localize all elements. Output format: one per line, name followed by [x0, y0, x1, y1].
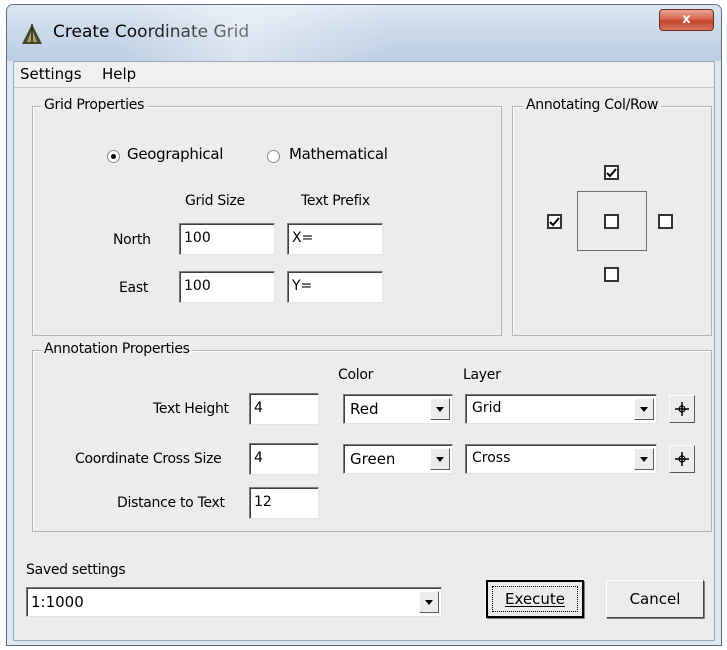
cross-size-layer-select[interactable]: Cross	[465, 444, 657, 474]
annotate-right-checkbox[interactable]	[658, 214, 673, 229]
menu-bar: Settings Help	[14, 62, 714, 88]
grid-properties-title: Grid Properties	[41, 97, 148, 113]
text-height-layer-value: Grid	[472, 400, 502, 416]
checkmark-icon	[549, 217, 560, 227]
radio-geographical[interactable]	[107, 150, 120, 163]
chevron-down-icon[interactable]	[430, 448, 450, 470]
north-prefix-input[interactable]: X=	[287, 223, 383, 255]
radio-geographical-label: Geographical	[127, 145, 224, 163]
app-icon	[22, 24, 42, 44]
north-grid-size-input[interactable]: 100	[179, 223, 275, 255]
execute-button-label: Execute	[505, 590, 565, 608]
text-prefix-header: Text Prefix	[301, 193, 370, 209]
annotating-group: Annotating Col/Row	[512, 97, 712, 336]
annotation-properties-title: Annotation Properties	[41, 341, 193, 357]
crosshair-pick-icon	[675, 452, 689, 466]
chevron-down-icon[interactable]	[430, 398, 450, 420]
cross-size-color-value: Green	[350, 450, 396, 468]
cross-size-input[interactable]: 4	[249, 443, 319, 475]
window-title: Create Coordinate Grid	[53, 22, 250, 42]
cancel-button[interactable]: Cancel	[606, 580, 704, 618]
text-height-color-value: Red	[350, 400, 379, 418]
annotate-center-checkbox[interactable]	[604, 214, 619, 229]
distance-label: Distance to Text	[117, 495, 225, 511]
radio-mathematical-label: Mathematical	[289, 145, 388, 163]
chevron-down-icon[interactable]	[419, 591, 439, 613]
radio-mathematical[interactable]	[267, 150, 280, 163]
cross-size-color-select[interactable]: Green	[343, 444, 453, 474]
annotate-left-checkbox[interactable]	[547, 214, 562, 229]
annotate-bottom-checkbox[interactable]	[604, 267, 619, 282]
annotation-properties-group: Annotation Properties Color Layer Text H…	[32, 341, 712, 532]
dialog-window: Create Coordinate Grid x Settings Help G…	[6, 4, 722, 646]
text-height-color-select[interactable]: Red	[343, 394, 453, 424]
grid-size-header: Grid Size	[185, 193, 245, 209]
chevron-down-icon[interactable]	[634, 448, 654, 470]
execute-button[interactable]: Execute	[486, 580, 584, 618]
title-bar[interactable]: Create Coordinate Grid	[7, 5, 721, 61]
close-button[interactable]: x	[659, 9, 714, 31]
close-icon: x	[682, 12, 691, 27]
layer-header: Layer	[463, 367, 501, 383]
text-height-layer-select[interactable]: Grid	[465, 394, 657, 424]
chevron-down-icon[interactable]	[634, 398, 654, 420]
grid-properties-group: Grid Properties Geographical Mathematica…	[32, 97, 502, 336]
menu-help[interactable]: Help	[102, 65, 136, 83]
pick-layer-button-grid[interactable]	[669, 395, 695, 423]
text-height-label: Text Height	[153, 401, 229, 417]
annotating-title: Annotating Col/Row	[523, 97, 662, 113]
cross-size-label: Coordinate Cross Size	[75, 451, 222, 467]
checkmark-icon	[606, 168, 617, 178]
saved-settings-select[interactable]: 1:1000	[26, 587, 442, 617]
saved-settings-value: 1:1000	[31, 593, 84, 611]
menu-settings[interactable]: Settings	[20, 65, 82, 83]
crosshair-pick-icon	[675, 402, 689, 416]
color-header: Color	[338, 367, 374, 383]
saved-settings-label: Saved settings	[26, 562, 126, 578]
distance-input[interactable]: 12	[249, 487, 319, 519]
dialog-client: Settings Help Grid Properties Geographic…	[13, 61, 715, 641]
cross-size-layer-value: Cross	[472, 450, 511, 466]
annotate-top-checkbox[interactable]	[604, 165, 619, 180]
east-grid-size-input[interactable]: 100	[179, 271, 275, 303]
pick-layer-button-cross[interactable]	[669, 445, 695, 473]
text-height-input[interactable]: 4	[249, 393, 319, 425]
cancel-button-label: Cancel	[629, 590, 681, 608]
east-prefix-input[interactable]: Y=	[287, 271, 383, 303]
north-label: North	[113, 232, 151, 248]
east-label: East	[119, 280, 149, 296]
